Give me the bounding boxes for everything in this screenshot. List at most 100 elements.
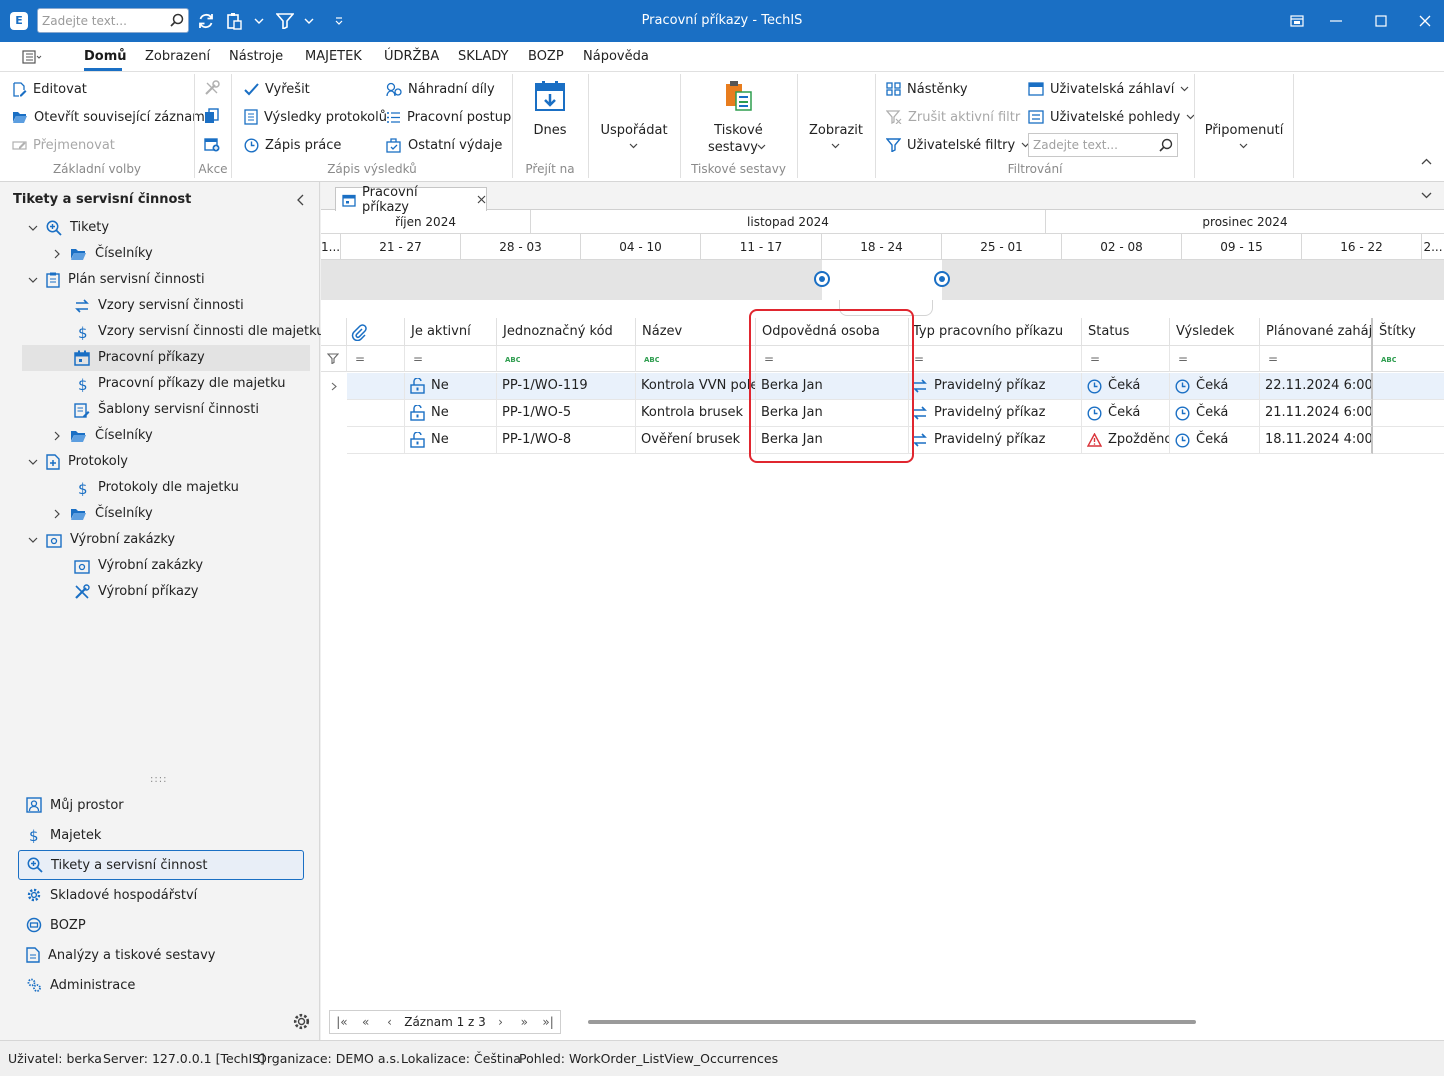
timeline-selection-window[interactable] — [822, 260, 942, 300]
menu-maintenance[interactable]: ÚDRŽBA — [384, 42, 439, 72]
filter-icon[interactable] — [274, 8, 296, 33]
table-cell-active[interactable]: Ne — [405, 427, 497, 454]
range-start-handle[interactable] — [814, 271, 830, 287]
next-page-group-icon[interactable]: » — [512, 1015, 536, 1029]
splitter-grip[interactable]: :::: — [150, 774, 167, 785]
table-cell-status[interactable]: Zpožděno — [1082, 427, 1170, 454]
work-log-button[interactable]: Zápis práce — [244, 134, 341, 156]
tree-item-service-patterns[interactable]: Šablony servisní činnosti — [22, 397, 310, 423]
minimize-icon[interactable] — [1326, 8, 1346, 33]
search-icon[interactable] — [170, 13, 184, 27]
prev-page-icon[interactable]: ‹ — [378, 1015, 402, 1029]
table-cell-code[interactable]: PP-1/WO-5 — [497, 400, 636, 427]
cancel-filter-button[interactable]: Zrušit aktivní filtr — [886, 106, 1020, 128]
table-cell-code[interactable]: PP-1/WO-119 — [497, 373, 636, 400]
calendar-add-icon[interactable] — [204, 136, 220, 152]
menu-tools[interactable]: Nástroje — [229, 42, 283, 72]
app-icon[interactable]: E — [10, 12, 28, 30]
table-cell-name[interactable]: Kontrola brusek — [636, 400, 756, 427]
spare-parts-button[interactable]: Náhradní díly — [386, 78, 495, 100]
table-cell-type[interactable]: Pravidelný příkaz — [909, 427, 1082, 454]
user-headers-button[interactable]: Uživatelská záhlaví — [1028, 78, 1189, 100]
backstage-menu-icon[interactable] — [22, 49, 42, 65]
today-button[interactable]: Dnes — [513, 72, 587, 160]
resolve-button[interactable]: Vyřešit — [244, 78, 310, 100]
table-cell-type[interactable]: Pravidelný příkaz — [909, 373, 1082, 400]
ribbon-search-box[interactable] — [1028, 133, 1178, 157]
user-filters-button[interactable]: Uživatelské filtry — [886, 134, 1030, 156]
restore-layout-icon[interactable] — [1287, 8, 1307, 33]
table-cell-planned-start[interactable]: 22.11.2024 6:00 — [1260, 373, 1373, 400]
table-cell-active[interactable]: Ne — [405, 400, 497, 427]
tree-collapsed-icon[interactable] — [52, 509, 62, 519]
range-end-handle[interactable] — [934, 271, 950, 287]
last-page-icon[interactable]: »| — [536, 1015, 560, 1029]
work-procedure-button[interactable]: Pracovní postup — [386, 106, 511, 128]
tree-item-service-templates[interactable]: Vzory servisní činnosti — [22, 293, 310, 319]
protocol-results-button[interactable]: Výsledky protokolů — [244, 106, 387, 128]
open-related-button[interactable]: Otevřít související záznam — [12, 106, 205, 128]
rename-button[interactable]: Přejmenovat — [12, 134, 115, 156]
prev-page-group-icon[interactable]: « — [354, 1015, 378, 1029]
table-cell-type[interactable]: Pravidelný příkaz — [909, 400, 1082, 427]
filter-cell-active[interactable]: = — [405, 346, 497, 372]
tree-item-codelists[interactable]: Číselníky — [22, 241, 310, 267]
tree-collapsed-icon[interactable] — [52, 249, 62, 259]
column-header-active[interactable]: Je aktivní — [405, 318, 497, 346]
table-cell-tags[interactable] — [1373, 427, 1444, 454]
tree-item-protocols[interactable]: Protokoly — [22, 449, 310, 475]
nav-my-space[interactable]: Můj prostor — [18, 790, 304, 820]
table-cell-status[interactable]: Čeká — [1082, 373, 1170, 400]
nav-tickets-service[interactable]: Tikety a servisní činnost — [18, 850, 304, 880]
customize-toolbar-icon[interactable] — [332, 8, 346, 33]
column-header-status[interactable]: Status — [1082, 318, 1170, 346]
column-header-name[interactable]: Název — [636, 318, 756, 346]
other-expenses-button[interactable]: Ostatní výdaje — [386, 134, 502, 156]
filter-cell-attachments[interactable]: = — [347, 346, 405, 372]
nav-analytics[interactable]: Analýzy a tiskové sestavy — [18, 940, 304, 970]
tree-item-work-orders[interactable]: Pracovní příkazy — [22, 345, 310, 371]
table-cell-code[interactable]: PP-1/WO-8 — [497, 427, 636, 454]
title-search-input[interactable] — [42, 12, 168, 30]
collapse-ribbon-icon[interactable] — [1421, 158, 1432, 165]
table-cell-planned-start[interactable]: 21.11.2024 6:00 — [1260, 400, 1373, 427]
horizontal-scrollbar[interactable] — [588, 1020, 1196, 1024]
filter-cell-planned-start[interactable]: = — [1260, 346, 1373, 372]
close-icon[interactable] — [1415, 8, 1435, 33]
tab-list-chevron-icon[interactable] — [1421, 192, 1432, 199]
table-cell[interactable] — [347, 400, 405, 427]
tree-item-tickets[interactable]: Tikety — [22, 215, 310, 241]
table-cell-planned-start[interactable]: 18.11.2024 4:00 — [1260, 427, 1373, 454]
tree-expanded-icon[interactable] — [28, 275, 38, 285]
table-cell-status[interactable]: Čeká — [1082, 400, 1170, 427]
ribbon-search-input[interactable] — [1033, 137, 1155, 153]
table-cell-result[interactable]: Čeká — [1170, 373, 1260, 400]
table-cell-tags[interactable] — [1373, 400, 1444, 427]
first-page-icon[interactable]: |« — [330, 1015, 354, 1029]
boards-button[interactable]: Nástěnky — [886, 78, 968, 100]
column-header-result[interactable]: Výsledek — [1170, 318, 1260, 346]
maximize-icon[interactable] — [1371, 8, 1391, 33]
table-cell[interactable] — [347, 427, 405, 454]
menu-warehouses[interactable]: SKLADY — [458, 42, 508, 72]
filter-cell-result[interactable]: = — [1170, 346, 1260, 372]
tree-item-production-commands[interactable]: Výrobní příkazy — [22, 579, 310, 605]
table-cell-name[interactable]: Ověření brusek — [636, 427, 756, 454]
menu-bozp[interactable]: BOZP — [528, 42, 564, 72]
table-cell-name[interactable]: Kontrola VVN pole — [636, 373, 756, 400]
menu-assets[interactable]: MAJETEK — [305, 42, 362, 72]
column-header-tags[interactable]: Štítky — [1373, 318, 1444, 346]
nav-warehouse[interactable]: Skladové hospodářství — [18, 880, 304, 910]
chevron-down-icon[interactable] — [252, 8, 266, 33]
column-header-type[interactable]: Typ pracovního příkazu — [909, 318, 1082, 346]
settings-gear-icon[interactable] — [292, 1012, 311, 1031]
clipboard-icon[interactable] — [224, 8, 244, 33]
tree-item-codelists[interactable]: Číselníky — [22, 423, 310, 449]
user-views-button[interactable]: Uživatelské pohledy — [1028, 106, 1195, 128]
tree-expanded-icon[interactable] — [28, 457, 38, 467]
tree-expanded-icon[interactable] — [28, 535, 38, 545]
tree-item-service-templates-by-asset[interactable]: $ Vzory servisní činnosti dle majetku — [22, 319, 325, 345]
row-expand-icon[interactable] — [321, 373, 347, 400]
nav-bozp[interactable]: BOZP — [18, 910, 304, 940]
collapse-sidebar-icon[interactable] — [296, 194, 304, 206]
